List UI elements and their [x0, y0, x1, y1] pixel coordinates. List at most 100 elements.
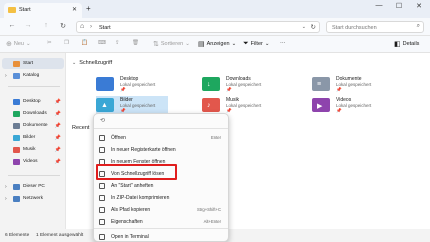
maximize-button[interactable]: ☐ [390, 2, 408, 10]
desktop-folder-icon [96, 77, 114, 91]
details-button[interactable]: ◧ Details [394, 40, 419, 48]
menu-item-open-terminal[interactable]: Open in Terminal [97, 231, 225, 242]
breadcrumb[interactable]: Start [99, 25, 111, 31]
new-button[interactable]: ⊕ Neu ⌄ [6, 40, 31, 48]
sidebar-item-dokumente[interactable]: Dokumente 📌 [2, 120, 64, 131]
search-input[interactable]: Start durchsuchen ⌕ [326, 21, 424, 33]
video-icon [13, 158, 20, 165]
quick-access-header[interactable]: ⌄ Schnellzugriff [72, 60, 112, 66]
sidebar-item-label: Downloads [23, 111, 47, 116]
sidebar-item-label: Desktop [23, 99, 41, 104]
folder-dokumente[interactable]: ≡ Dokumente Lokal gespeichert 📌 [312, 75, 412, 93]
copy-icon[interactable]: ❐ [64, 40, 69, 46]
folder-videos[interactable]: ▶ Videos Lokal gespeichert 📌 [312, 96, 412, 114]
new-tab-button[interactable]: + [86, 4, 91, 13]
downloads-folder-icon: ↓ [202, 77, 220, 91]
view-label: Anzeigen [206, 41, 230, 47]
zip-icon [99, 194, 105, 201]
properties-icon [99, 218, 105, 225]
rename-icon[interactable]: ⌨ [98, 40, 106, 46]
sidebar-item-label: Netzwerk [23, 196, 43, 201]
sidebar-item-label: Dieser PC [23, 184, 45, 189]
menu-item-copy-path[interactable]: Als Pfad kopieren Strg+Shift+C [97, 204, 225, 215]
sidebar-item-downloads[interactable]: Downloads 📌 [2, 108, 64, 119]
sidebar-item-desktop[interactable]: Desktop 📌 [2, 96, 64, 107]
chevron-down-icon: ⌄ [185, 41, 190, 47]
refresh-button[interactable]: ↻ [57, 22, 69, 30]
sidebar-item-bilder[interactable]: Bilder 📌 [2, 132, 64, 143]
details-icon: ◧ [394, 41, 401, 48]
chevron-right-icon[interactable]: › [5, 73, 7, 79]
forward-button[interactable]: → [22, 22, 34, 29]
sidebar-item-netzwerk[interactable]: › Netzwerk [2, 193, 64, 204]
folder-downloads[interactable]: ↓ Downloads Lokal gespeichert 📌 [202, 75, 302, 93]
address-refresh-icon[interactable]: ↻ [311, 23, 316, 31]
cut-icon[interactable]: ✂ [47, 40, 52, 46]
address-bar[interactable]: ⌂ › Start ⌄ ↻ [76, 21, 320, 33]
folder-bilder[interactable]: ▲ Bilder Lokal gespeichert 📌 [96, 96, 168, 114]
menu-item-label: Open in Terminal [111, 233, 149, 240]
sort-button[interactable]: ⇅ Sortieren ⌄ [153, 40, 190, 48]
menu-item-open[interactable]: Öffnen Enter [97, 132, 225, 143]
recent-header[interactable]: Recent [72, 125, 89, 131]
chevron-right-icon[interactable]: › [5, 184, 7, 190]
back-button[interactable]: ← [6, 22, 18, 29]
document-icon [13, 122, 20, 129]
sidebar-item-dieser-pc[interactable]: › Dieser PC [2, 181, 64, 192]
view-icon: ▤ [198, 41, 205, 48]
menu-item-pin-to-start[interactable]: An "Start" anheften [97, 180, 225, 191]
tab-start[interactable]: Start ✕ [4, 3, 82, 18]
divider [94, 128, 228, 129]
folder-desktop[interactable]: Desktop Lokal gespeichert 📌 [96, 75, 196, 93]
folder-musik[interactable]: ♪ Musik Lokal gespeichert 📌 [202, 96, 302, 114]
filter-button[interactable]: ⏷ Filter ⌄ [243, 40, 269, 48]
sidebar-item-label: Dokumente [23, 123, 48, 128]
minimize-button[interactable]: — [370, 2, 388, 9]
terminal-icon [99, 233, 105, 240]
close-button[interactable]: ✕ [410, 2, 428, 10]
pictures-folder-icon: ▲ [96, 98, 114, 112]
pin-icon: 📌 [54, 134, 61, 141]
pin-icon: 📌 [54, 146, 61, 153]
picture-icon [13, 134, 20, 141]
sort-icon: ⇅ [153, 41, 159, 48]
sidebar-item-label: Katalog [23, 73, 40, 78]
videos-folder-icon: ▶ [312, 98, 330, 112]
view-button[interactable]: ▤ Anzeigen ⌄ [198, 40, 236, 48]
chevron-down-icon[interactable]: ⌄ [302, 24, 306, 30]
search-placeholder: Start durchsuchen [332, 24, 377, 31]
chevron-down-icon: ⌄ [264, 41, 270, 47]
sidebar-item-katalog[interactable]: › Katalog [2, 70, 64, 81]
shortcut-label: Enter [210, 135, 221, 140]
share-icon[interactable]: ⇪ [115, 40, 120, 46]
divider [94, 228, 228, 229]
selection-count: 1 Element ausgewählt [36, 233, 84, 238]
new-label: Neu [13, 41, 24, 47]
up-button[interactable]: ↑ [40, 22, 52, 29]
menu-item-properties[interactable]: Eigenschaften Alt+Enter [97, 216, 225, 227]
share-icon[interactable]: ⟲ [100, 117, 105, 124]
menu-item-label: Eigenschaften [111, 218, 143, 225]
gallery-icon [13, 72, 20, 79]
shortcut-label: Alt+Enter [203, 219, 221, 224]
sidebar-item-start[interactable]: Start [2, 58, 64, 69]
tab-close-icon[interactable]: ✕ [72, 6, 77, 13]
delete-icon[interactable]: 🗑 [132, 40, 139, 46]
menu-item-compress-zip[interactable]: In ZIP-Datei komprimieren [97, 192, 225, 203]
home-icon: ⌂ [80, 23, 85, 30]
more-options-icon[interactable]: ··· [280, 40, 286, 46]
section-title: Schnellzugriff [79, 60, 113, 66]
menu-item-label: Als Pfad kopieren [111, 206, 151, 213]
paste-icon[interactable]: 📋 [81, 40, 88, 46]
filter-label: Filter [250, 41, 263, 47]
pin-icon: 📌 [54, 122, 61, 129]
chevron-right-icon[interactable]: › [5, 196, 7, 202]
sidebar-item-videos[interactable]: Videos 📌 [2, 156, 64, 167]
section-title: Recent [72, 125, 90, 131]
sidebar-item-musik[interactable]: Musik 📌 [2, 144, 64, 155]
folder-glyph: ≡ [317, 81, 322, 88]
sidebar-item-label: Musik [23, 147, 36, 152]
menu-item-open-new-tab[interactable]: In neuer Registerkarte öffnen [97, 144, 225, 155]
sidebar-item-label: Videos [23, 159, 38, 164]
shortcut-label: Strg+Shift+C [197, 207, 221, 212]
